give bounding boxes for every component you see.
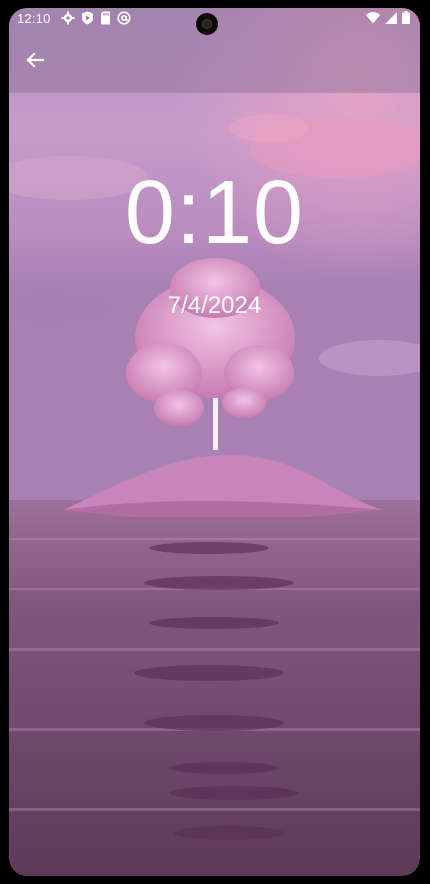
status-icons-right [366, 11, 410, 24]
status-time: 12:10 [17, 11, 51, 26]
screen: 12:10 0:10 7/4/2024 [9, 8, 420, 876]
front-camera [196, 13, 218, 35]
arrow-left-icon [26, 52, 45, 68]
battery-icon [402, 11, 410, 24]
status-icons-left [61, 11, 131, 25]
shield-play-icon [82, 11, 93, 25]
gear-icon [61, 11, 75, 25]
cellular-signal-icon [385, 11, 397, 24]
at-sign-icon [117, 11, 131, 25]
back-button[interactable] [19, 44, 51, 76]
clock-date: 7/4/2024 [167, 292, 262, 319]
device-frame: 12:10 0:10 7/4/2024 [0, 0, 430, 884]
wallpaper-image [9, 8, 420, 876]
wifi-icon [366, 11, 380, 23]
clock-time: 0:10 [124, 163, 305, 263]
sd-card-icon [101, 11, 110, 25]
camera-lens [202, 19, 212, 29]
